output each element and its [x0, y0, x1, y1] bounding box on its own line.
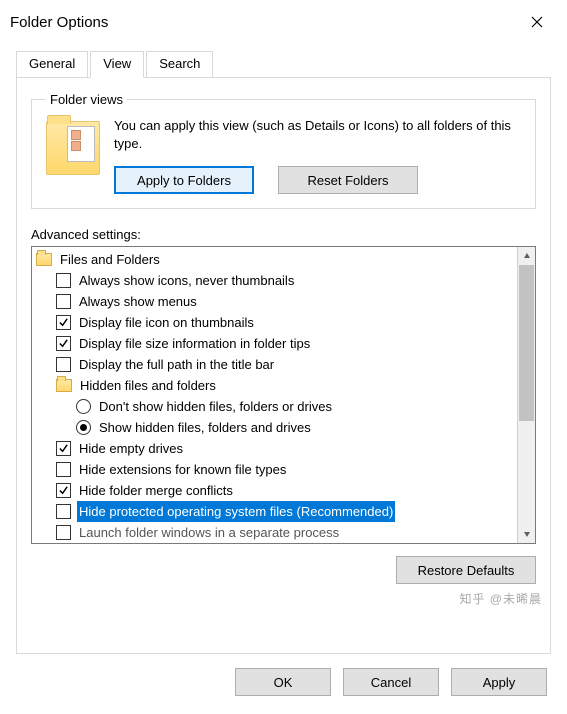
tree-item-label: Launch folder windows in a separate proc… — [77, 522, 341, 543]
checkbox[interactable] — [56, 525, 71, 540]
tree-item-label: Hide empty drives — [77, 438, 185, 459]
checkbox[interactable] — [56, 504, 71, 519]
tree-item[interactable]: Hide empty drives — [36, 438, 517, 459]
checkbox[interactable] — [56, 483, 71, 498]
tab-search[interactable]: Search — [146, 51, 213, 78]
checkbox[interactable] — [56, 357, 71, 372]
tree-item[interactable]: Launch folder windows in a separate proc… — [36, 522, 517, 543]
tree-item[interactable]: Display file size information in folder … — [36, 333, 517, 354]
folder-icon — [36, 253, 52, 266]
apply-to-folders-button[interactable]: Apply to Folders — [114, 166, 254, 194]
titlebar: Folder Options — [0, 0, 567, 42]
checkbox[interactable] — [56, 462, 71, 477]
tab-strip: General View Search — [16, 50, 551, 77]
tree-item-label: Files and Folders — [58, 249, 162, 270]
tree-item-label: Show hidden files, folders and drives — [97, 417, 313, 438]
scroll-track[interactable] — [518, 265, 535, 525]
folder-views-description: You can apply this view (such as Details… — [114, 117, 521, 152]
radio[interactable] — [76, 420, 91, 435]
apply-button[interactable]: Apply — [451, 668, 547, 696]
tree-item[interactable]: Hide protected operating system files (R… — [36, 501, 517, 522]
tree-item[interactable]: Display the full path in the title bar — [36, 354, 517, 375]
tab-general[interactable]: General — [16, 51, 88, 78]
reset-folders-button[interactable]: Reset Folders — [278, 166, 418, 194]
checkbox[interactable] — [56, 294, 71, 309]
tree-item[interactable]: Always show menus — [36, 291, 517, 312]
tree-group: Files and Folders — [36, 249, 517, 270]
checkbox[interactable] — [56, 273, 71, 288]
scrollbar[interactable] — [517, 247, 535, 543]
tree-item-label: Hidden files and folders — [78, 375, 218, 396]
folder-views-group: Folder views You can apply this view (su… — [31, 92, 536, 209]
close-icon — [531, 16, 543, 28]
scroll-down-arrow-icon[interactable] — [518, 525, 535, 543]
dialog-footer: OK Cancel Apply — [0, 654, 567, 714]
advanced-settings-label: Advanced settings: — [31, 227, 536, 242]
ok-button[interactable]: OK — [235, 668, 331, 696]
tree-item[interactable]: Show hidden files, folders and drives — [36, 417, 517, 438]
tab-view[interactable]: View — [90, 51, 144, 78]
folder-views-legend: Folder views — [46, 92, 127, 107]
folder-icon — [56, 379, 72, 392]
watermark: 知乎 @未晞晨 — [459, 590, 542, 607]
checkbox[interactable] — [56, 336, 71, 351]
tree-item-label: Hide protected operating system files (R… — [77, 501, 395, 522]
tree-item[interactable]: Display file icon on thumbnails — [36, 312, 517, 333]
tree-item[interactable]: Don't show hidden files, folders or driv… — [36, 396, 517, 417]
restore-defaults-button[interactable]: Restore Defaults — [396, 556, 536, 584]
scroll-up-arrow-icon[interactable] — [518, 247, 535, 265]
cancel-button[interactable]: Cancel — [343, 668, 439, 696]
tree-item-label: Display the full path in the title bar — [77, 354, 276, 375]
tree-item-label: Don't show hidden files, folders or driv… — [97, 396, 334, 417]
tree-item-label: Always show menus — [77, 291, 199, 312]
tree-item-label: Hide extensions for known file types — [77, 459, 288, 480]
tree-item-label: Display file size information in folder … — [77, 333, 312, 354]
window-title: Folder Options — [10, 14, 108, 31]
scroll-thumb[interactable] — [519, 265, 534, 421]
folder-icon — [46, 121, 100, 175]
tree-item-label: Always show icons, never thumbnails — [77, 270, 296, 291]
tree-item[interactable]: Hide extensions for known file types — [36, 459, 517, 480]
checkbox[interactable] — [56, 441, 71, 456]
tree-item-label: Hide folder merge conflicts — [77, 480, 235, 501]
checkbox[interactable] — [56, 315, 71, 330]
tree-item[interactable]: Always show icons, never thumbnails — [36, 270, 517, 291]
tree-group: Hidden files and folders — [36, 375, 517, 396]
tree-item-label: Display file icon on thumbnails — [77, 312, 256, 333]
tree-item[interactable]: Hide folder merge conflicts — [36, 480, 517, 501]
close-button[interactable] — [517, 8, 557, 36]
radio[interactable] — [76, 399, 91, 414]
tab-panel-view: Folder views You can apply this view (su… — [16, 77, 551, 654]
advanced-settings-list: Files and FoldersAlways show icons, neve… — [31, 246, 536, 544]
